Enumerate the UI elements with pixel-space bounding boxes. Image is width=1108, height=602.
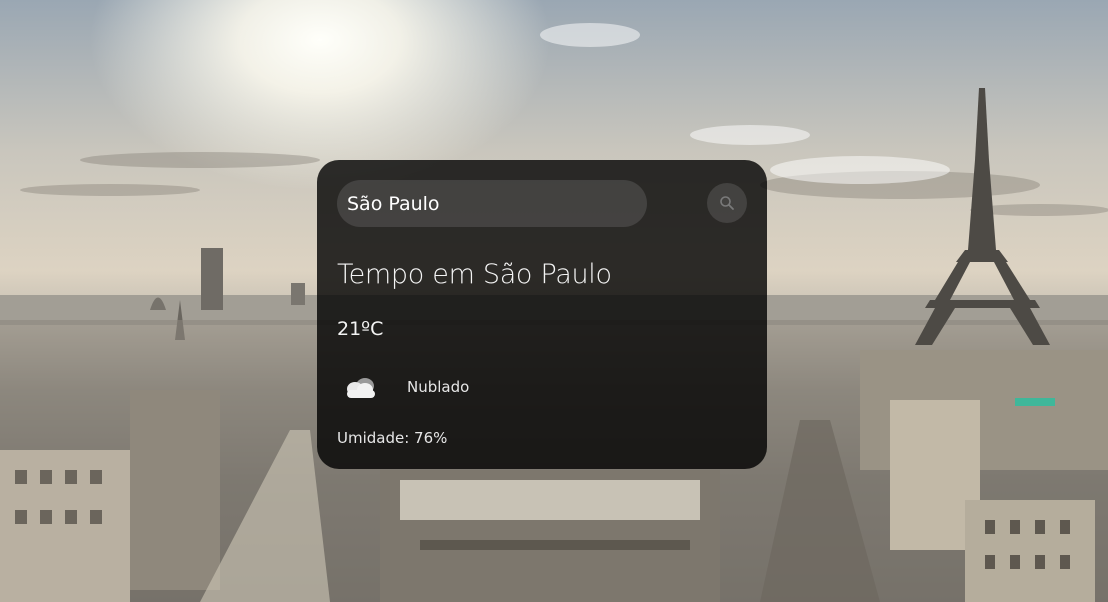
city-search-input[interactable] xyxy=(337,180,647,227)
weather-card: Tempo em São Paulo 21ºC Nublado Umidade:… xyxy=(317,160,767,469)
humidity-value: Umidade: 76% xyxy=(337,429,448,447)
weather-title: Tempo em São Paulo xyxy=(337,259,612,290)
search-button[interactable] xyxy=(707,183,747,223)
temperature-value: 21ºC xyxy=(337,318,384,340)
weather-description: Nublado xyxy=(407,378,470,396)
search-icon xyxy=(720,196,734,210)
cloud-icon xyxy=(347,378,375,398)
